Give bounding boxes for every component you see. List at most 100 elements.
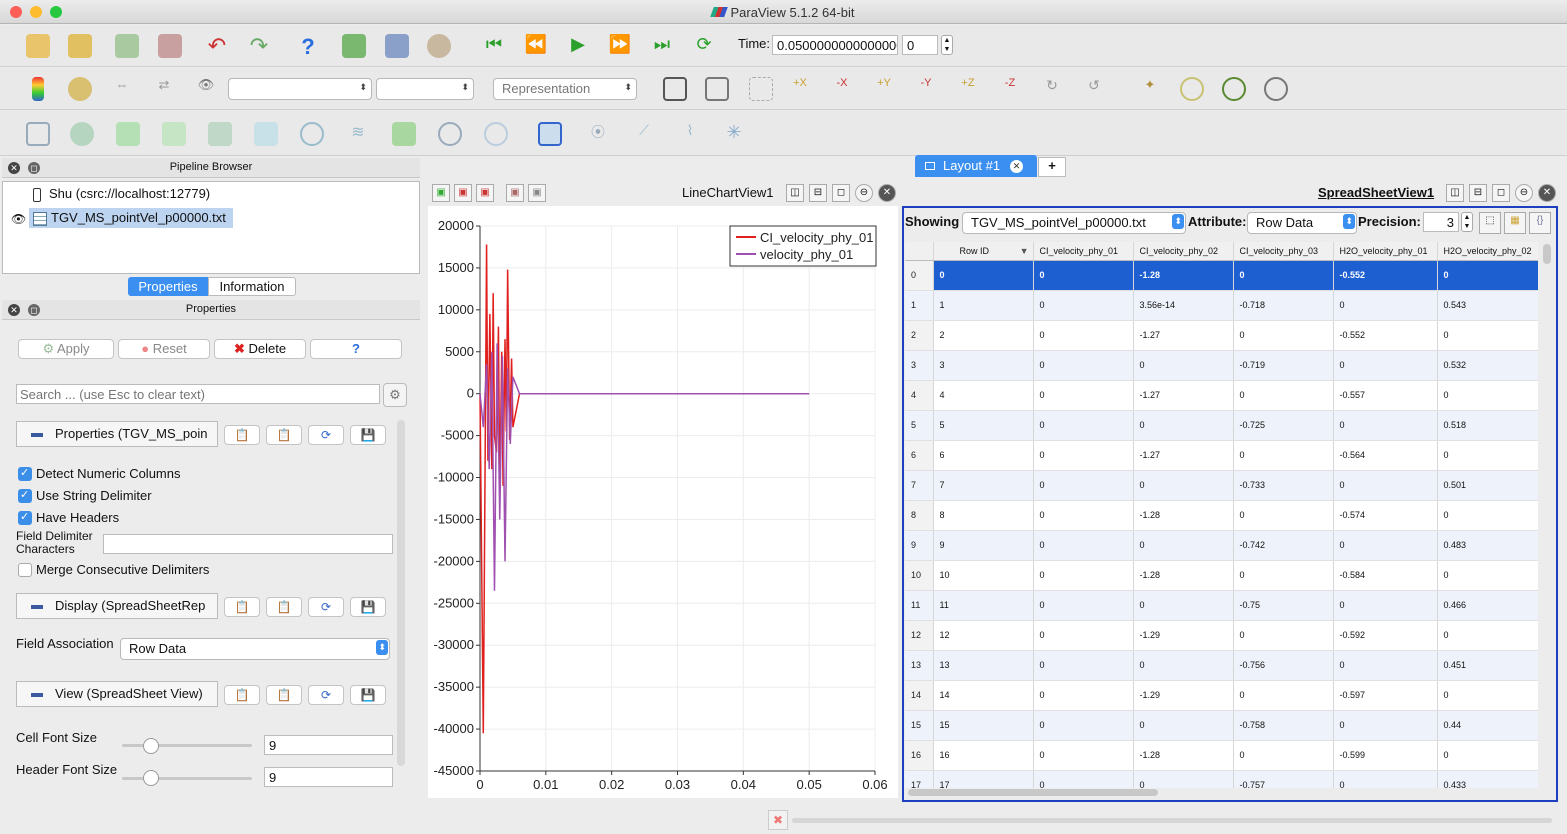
table-cell[interactable]: -0.574: [1333, 500, 1438, 531]
color-by-combo[interactable]: ⬍: [228, 78, 372, 100]
table-cell[interactable]: 0.543: [1437, 290, 1538, 321]
table-cell[interactable]: 0: [1333, 470, 1438, 501]
timestep-input[interactable]: 0: [902, 35, 938, 55]
table-cell[interactable]: 0: [1333, 350, 1438, 381]
chart-select-subtract-icon[interactable]: ▣: [476, 184, 494, 202]
have-headers-checkbox[interactable]: [18, 510, 32, 525]
zoom-to-box-icon[interactable]: [749, 77, 773, 101]
view-section-button[interactable]: View (SpreadSheet View): [16, 681, 218, 707]
column-header[interactable]: Row ID ▼: [933, 242, 1034, 261]
table-cell[interactable]: 0: [1333, 650, 1438, 681]
table-cell[interactable]: 0: [1033, 500, 1134, 531]
advanced-settings-gear-icon[interactable]: ⚙: [383, 383, 407, 407]
table-cell[interactable]: 0: [1033, 740, 1134, 771]
table-cell[interactable]: 8: [933, 500, 1034, 531]
table-cell[interactable]: -0.552: [1333, 320, 1438, 351]
copy-icon[interactable]: 📋: [224, 425, 260, 445]
line-chart[interactable]: 0 0.01 0.02 0.03 0.04 0.05 0.06 20000 15000 10000…: [428, 206, 898, 798]
precision-input[interactable]: 3: [1423, 212, 1459, 232]
display-section-button[interactable]: Display (SpreadSheetRep: [16, 593, 218, 619]
spreadsheet-vscroll[interactable]: [1543, 244, 1551, 264]
table-cell[interactable]: 0: [1233, 380, 1334, 411]
table-cell[interactable]: 3.56e-14: [1133, 290, 1234, 321]
close-view-icon[interactable]: ✕: [1538, 184, 1556, 202]
table-cell[interactable]: 17: [933, 770, 1034, 788]
view-plus-z-icon[interactable]: +Z: [956, 77, 980, 101]
chart-select-add-icon[interactable]: ▣: [454, 184, 472, 202]
timestep-spinner[interactable]: ▲ ▼: [941, 35, 953, 55]
table-row[interactable]: 13 13 0 0 -0.756 0 0.451: [905, 650, 1538, 681]
table-row[interactable]: 9 9 0 0 -0.742 0 0.483: [905, 530, 1538, 561]
toggle-cell-connectivity-icon[interactable]: {}: [1529, 212, 1551, 234]
table-cell[interactable]: -0.557: [1333, 380, 1438, 411]
merge-delimiters-checkbox[interactable]: [18, 563, 32, 577]
table-cell[interactable]: 0: [1333, 410, 1438, 441]
table-row[interactable]: 0 0 0 -1.28 0 -0.552 0: [905, 260, 1538, 291]
annotate-icon[interactable]: ✳: [722, 122, 746, 146]
rescale-custom-icon[interactable]: ⇄: [152, 77, 176, 101]
table-row[interactable]: 14 14 0 -1.29 0 -0.597 0: [905, 680, 1538, 711]
table-row[interactable]: 7 7 0 0 -0.733 0 0.501: [905, 470, 1538, 501]
attribute-select[interactable]: Row Data ⬍: [1247, 212, 1357, 234]
table-row[interactable]: 11 11 0 0 -0.75 0 0.466: [905, 590, 1538, 621]
spreadsheet-table[interactable]: Row ID ▼ CI_velocity_phy_01 CI_velocity_ph…: [905, 242, 1538, 788]
table-cell[interactable]: 0: [1233, 740, 1334, 771]
table-cell[interactable]: 14: [933, 680, 1034, 711]
extract-selection-icon[interactable]: [538, 122, 562, 146]
column-header[interactable]: [905, 242, 934, 261]
table-row[interactable]: 10 10 0 -1.28 0 -0.584 0: [905, 560, 1538, 591]
table-cell[interactable]: 0.518: [1437, 410, 1538, 441]
paste-icon[interactable]: 📋: [266, 685, 302, 705]
table-cell[interactable]: 0: [1033, 380, 1134, 411]
column-header[interactable]: H2O_velocity_phy_02: [1437, 242, 1538, 261]
table-cell[interactable]: 0: [1033, 650, 1134, 681]
table-cell[interactable]: 13: [933, 650, 1034, 681]
table-cell[interactable]: -0.564: [1333, 440, 1438, 471]
last-frame-icon[interactable]: ⏭: [650, 34, 674, 58]
zoom-to-data-icon[interactable]: [705, 77, 729, 101]
paste-icon[interactable]: 📋: [266, 597, 302, 617]
table-cell[interactable]: -0.725: [1233, 410, 1334, 441]
table-cell[interactable]: 10: [933, 560, 1034, 591]
field-delimiter-input[interactable]: [103, 534, 393, 554]
showing-select[interactable]: TGV_MS_pointVel_p00000.txt ⬍: [962, 212, 1186, 234]
table-cell[interactable]: 0.501: [1437, 470, 1538, 501]
connect-icon[interactable]: [342, 34, 366, 58]
table-cell[interactable]: 6: [933, 440, 1034, 471]
table-cell[interactable]: 0: [1233, 620, 1334, 651]
table-cell[interactable]: 0: [1233, 260, 1334, 291]
table-cell[interactable]: -0.75: [1233, 590, 1334, 621]
close-panel-icon[interactable]: ✕: [8, 304, 20, 316]
table-cell[interactable]: 0: [1437, 560, 1538, 591]
table-row[interactable]: 6 6 0 -1.27 0 -0.564 0: [905, 440, 1538, 471]
close-panel-icon[interactable]: ✕: [8, 162, 20, 174]
help-button[interactable]: ?: [310, 339, 402, 359]
table-row[interactable]: 2 2 0 -1.27 0 -0.552 0: [905, 320, 1538, 351]
table-cell[interactable]: 0: [1233, 320, 1334, 351]
table-cell[interactable]: 1: [933, 290, 1034, 321]
table-cell[interactable]: 0: [1437, 680, 1538, 711]
play-icon[interactable]: ▶: [566, 34, 590, 58]
calculator-icon[interactable]: [26, 122, 50, 146]
server-node[interactable]: Shu (csrc://localhost:12779): [33, 186, 210, 204]
table-cell[interactable]: -0.756: [1233, 650, 1334, 681]
close-layout-icon[interactable]: ✕: [1010, 160, 1023, 173]
table-cell[interactable]: 0: [1033, 530, 1134, 561]
view-options-icon[interactable]: ⊖: [1515, 184, 1533, 202]
time-input[interactable]: 0.0500000000000000: [772, 35, 898, 55]
field-association-select[interactable]: Row Data ⬍: [120, 638, 390, 660]
table-cell[interactable]: 0: [1133, 650, 1234, 681]
table-row[interactable]: 16 16 0 -1.28 0 -0.599 0: [905, 740, 1538, 771]
table-cell[interactable]: 0: [1033, 410, 1134, 441]
table-row[interactable]: 1 1 0 3.56e-14 -0.718 0 0.543: [905, 290, 1538, 321]
view-minus-y-icon[interactable]: -Y: [914, 77, 938, 101]
header-font-slider-track[interactable]: [122, 777, 252, 780]
glyph-icon[interactable]: [300, 122, 324, 146]
table-cell[interactable]: 0: [933, 260, 1034, 291]
save-state-icon[interactable]: [115, 34, 139, 58]
table-row[interactable]: 12 12 0 -1.29 0 -0.592 0: [905, 620, 1538, 651]
table-cell[interactable]: 0: [1437, 440, 1538, 471]
clip-icon[interactable]: [116, 122, 140, 146]
column-header[interactable]: CI_velocity_phy_01: [1033, 242, 1134, 261]
undo-icon[interactable]: ↶: [205, 34, 229, 58]
